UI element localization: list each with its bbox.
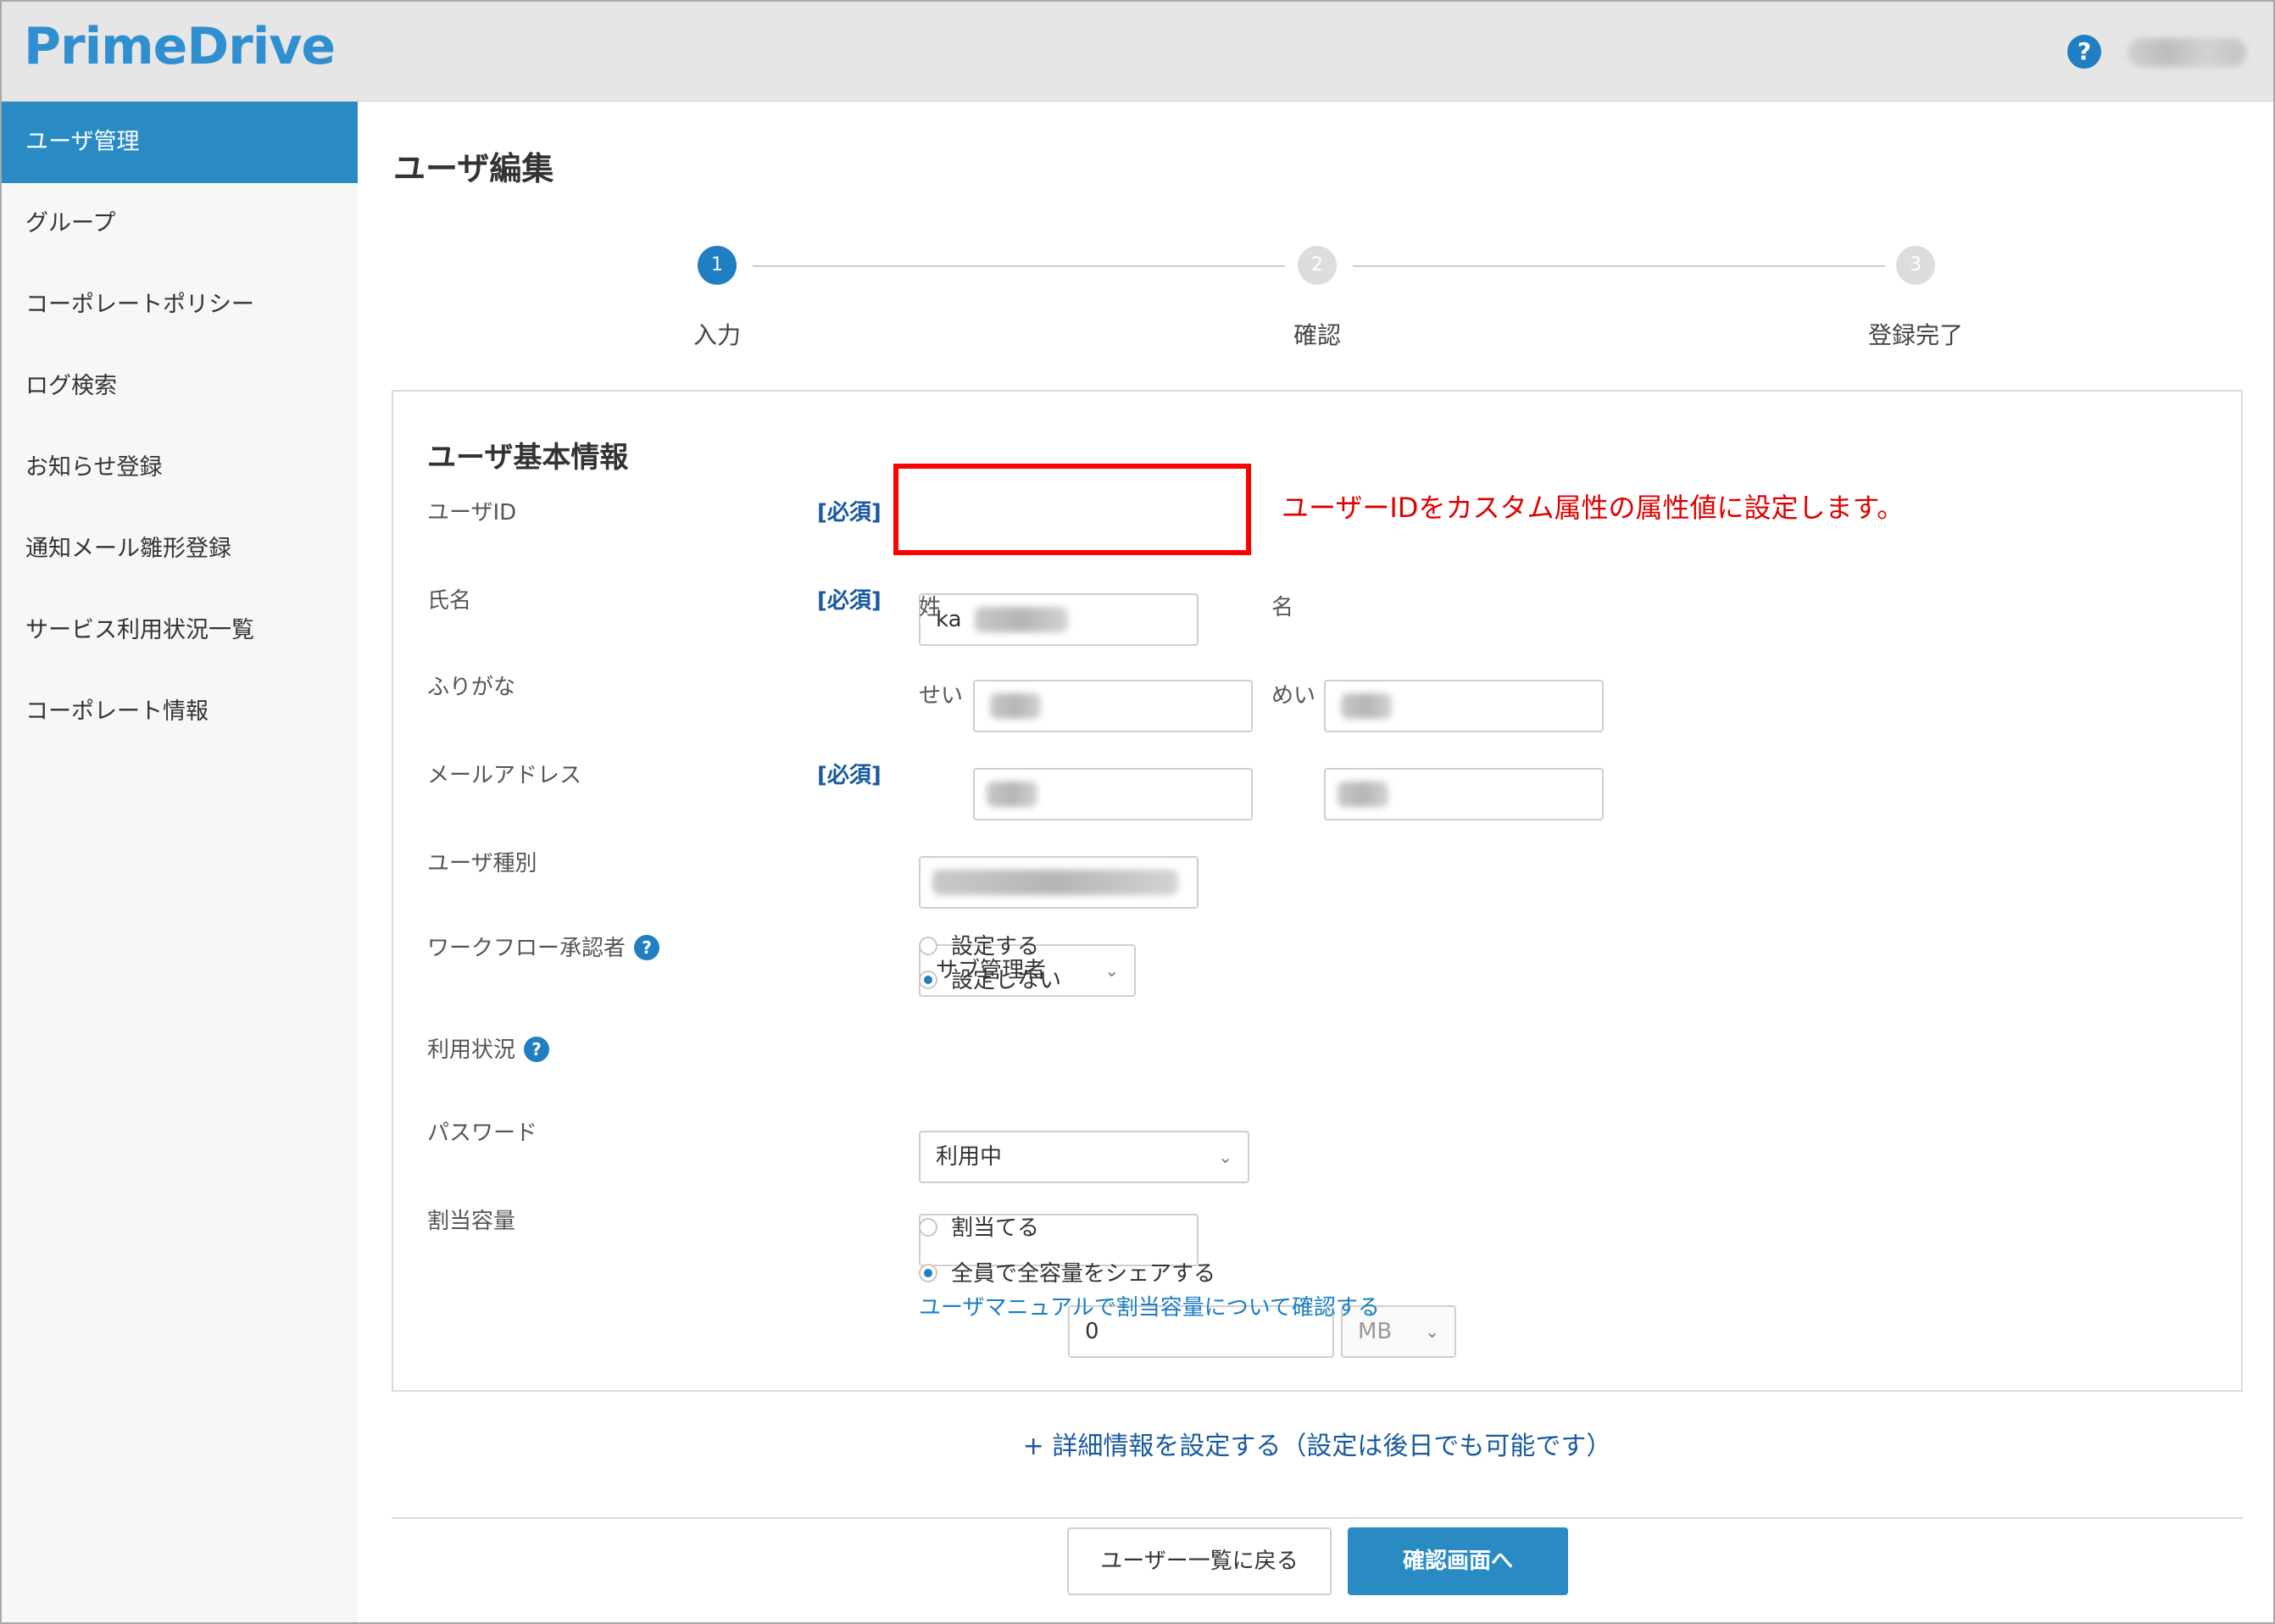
sidebar-item-service-usage[interactable]: サービス利用状況一覧 xyxy=(2,590,358,671)
radio-button[interactable] xyxy=(919,970,937,989)
step-3-indicator: 3 xyxy=(1896,246,1935,285)
status-select[interactable]: 利用中 ⌄ xyxy=(919,1131,1249,1183)
required-tag: [必須] xyxy=(817,500,882,526)
workflow-option-set-label: 設定する xyxy=(951,934,1040,959)
first-name-prefix: 名 xyxy=(1271,595,1294,620)
status-value: 利用中 xyxy=(936,1144,1003,1170)
quota-amount-value: 0 xyxy=(1085,1319,1099,1344)
question-icon[interactable]: ? xyxy=(524,1036,550,1062)
quota-option-share-label: 全員で全容量をシェアする xyxy=(951,1261,1216,1287)
sidebar-item-corporate-policy[interactable]: コーポレートポリシー xyxy=(2,264,358,346)
workflow-option-unset-label: 設定しない xyxy=(951,968,1062,993)
section-title: ユーザ基本情報 xyxy=(427,441,629,475)
question-icon[interactable]: ? xyxy=(634,934,660,960)
name-label: 氏名 xyxy=(427,588,472,614)
user-type-label: ユーザ種別 xyxy=(427,851,537,876)
quota-option-assign-label: 割当てる xyxy=(951,1215,1040,1241)
sidebar-item-log-search[interactable]: ログ検索 xyxy=(2,346,358,427)
quota-option-assign[interactable]: 割当てる xyxy=(919,1210,1039,1242)
chevron-down-icon: ⌄ xyxy=(1218,1147,1232,1167)
sidebar-item-user-management[interactable]: ユーザ管理 xyxy=(2,102,358,183)
email-label: メールアドレス xyxy=(427,763,582,788)
redacted-text xyxy=(987,781,1037,807)
redacted-text xyxy=(1341,693,1392,719)
sidebar: ユーザ管理 グループ コーポレートポリシー ログ検索 お知らせ登録 通知メール雛… xyxy=(2,102,358,1622)
status-label: 利用状況? xyxy=(427,1032,550,1064)
status-label-text: 利用状況 xyxy=(427,1037,516,1063)
step-2-indicator: 2 xyxy=(1298,246,1337,285)
quota-option-share[interactable]: 全員で全容量をシェアする xyxy=(919,1256,1215,1288)
workflow-label: ワークフロー承認者? xyxy=(427,931,660,962)
annotation-text: ユーザーIDをカスタム属性の属性値に設定します。 xyxy=(1282,492,1905,524)
top-header: PrimeDrive ? xyxy=(2,2,2273,102)
radio-button[interactable] xyxy=(919,936,937,955)
expand-details-link[interactable]: + 詳細情報を設定する（設定は後日でも可能です） xyxy=(392,1393,2243,1519)
last-furigana-prefix: せい xyxy=(919,683,964,709)
workflow-label-text: ワークフロー承認者 xyxy=(427,936,626,961)
step-connector xyxy=(1353,265,1885,267)
step-connector xyxy=(753,265,1285,267)
sidebar-item-mail-template[interactable]: 通知メール雛形登録 xyxy=(2,509,358,590)
quota-unit-value: MB xyxy=(1358,1319,1393,1344)
help-icon[interactable]: ? xyxy=(2067,35,2101,69)
radio-button[interactable] xyxy=(919,1217,937,1237)
last-name-input[interactable] xyxy=(973,680,1253,732)
first-furigana-prefix: めい xyxy=(1271,683,1316,709)
redacted-text xyxy=(990,693,1041,719)
user-id-input[interactable]: ka xyxy=(919,593,1199,646)
page-title: ユーザ編集 xyxy=(393,150,554,187)
chevron-down-icon: ⌄ xyxy=(1104,960,1119,981)
sidebar-item-group[interactable]: グループ xyxy=(2,183,358,264)
quota-label: 割当容量 xyxy=(427,1209,516,1234)
user-menu[interactable] xyxy=(2128,38,2246,67)
main-content: ユーザ編集 1 2 3 入力 確認 登録完了 ユーザ基本情報 ユーザID [必須… xyxy=(358,102,2273,1622)
step-1-label: 入力 xyxy=(693,321,741,349)
last-furigana-input[interactable] xyxy=(973,768,1253,820)
confirm-button[interactable]: 確認画面へ xyxy=(1348,1527,1568,1595)
back-to-list-button[interactable]: ユーザー一覧に戻る xyxy=(1067,1527,1332,1595)
required-tag: [必須] xyxy=(817,588,882,614)
email-input[interactable] xyxy=(919,856,1199,909)
required-tag: [必須] xyxy=(817,763,882,788)
redacted-text xyxy=(932,870,1178,895)
redacted-text xyxy=(1338,781,1388,807)
user-basic-info-card: ユーザ基本情報 ユーザID [必須] ka 氏名 [必須] 姓 名 ふりがな せ… xyxy=(392,390,2243,1392)
app-window: PrimeDrive ? ユーザ管理 グループ コーポレートポリシー ログ検索 … xyxy=(0,0,2275,1624)
furigana-label: ふりがな xyxy=(427,675,516,700)
app-logo[interactable]: PrimeDrive xyxy=(24,17,336,76)
user-id-label: ユーザID xyxy=(427,500,517,526)
step-2-label: 確認 xyxy=(1293,321,1341,349)
workflow-option-unset[interactable]: 設定しない xyxy=(919,963,1061,994)
radio-button[interactable] xyxy=(919,1263,937,1282)
first-name-input[interactable] xyxy=(1324,680,1604,732)
first-furigana-input[interactable] xyxy=(1324,768,1604,820)
step-3-label: 登録完了 xyxy=(1867,321,1963,349)
workflow-option-set[interactable]: 設定する xyxy=(919,929,1039,960)
last-name-prefix: 姓 xyxy=(919,595,942,620)
annotation-highlight-box xyxy=(893,464,1251,555)
sidebar-item-notice-register[interactable]: お知らせ登録 xyxy=(2,427,358,509)
chevron-down-icon: ⌄ xyxy=(1425,1321,1439,1342)
quota-manual-link[interactable]: ユーザマニュアルで割当容量について確認する xyxy=(919,1290,1380,1321)
sidebar-item-corporate-info[interactable]: コーポレート情報 xyxy=(2,671,358,753)
password-label: パスワード xyxy=(427,1121,538,1146)
step-1-indicator: 1 xyxy=(698,246,737,285)
redacted-text xyxy=(975,607,1068,632)
